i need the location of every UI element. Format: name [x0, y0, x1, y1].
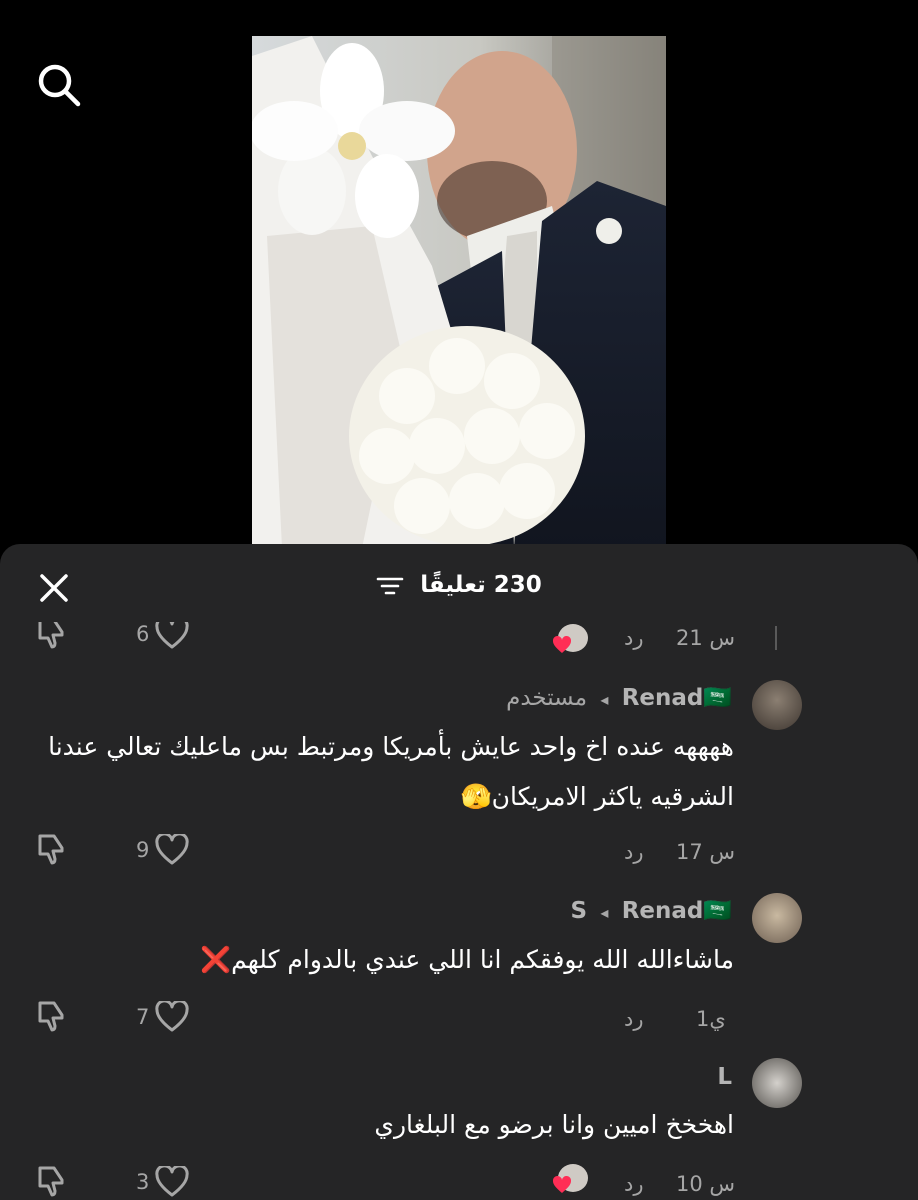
- thumbs-down-icon: [38, 834, 64, 865]
- thumbs-down-icon: [38, 1166, 64, 1197]
- heart-icon: [155, 1001, 189, 1032]
- comment-author-line[interactable]: L: [717, 1064, 732, 1090]
- reply-button[interactable]: رد: [624, 840, 644, 864]
- heart-icon: [155, 622, 189, 649]
- comments-header: 230 تعليقًا: [0, 544, 918, 630]
- like-count: 7: [136, 1005, 150, 1029]
- like-button[interactable]: 6: [136, 622, 189, 650]
- thread-line: [775, 626, 777, 650]
- comments-count-bar[interactable]: 230 تعليقًا: [0, 572, 918, 598]
- comment-text: ههههه عنده اخ واحد عايش بأمريكا ومرتبط ب…: [48, 732, 734, 811]
- dislike-button[interactable]: [34, 832, 68, 866]
- like-button[interactable]: 7: [136, 1001, 189, 1033]
- comment-author-line[interactable]: Renad🇸🇦 ◂ مستخدم: [506, 684, 732, 711]
- creator-liked-badge: [552, 1164, 590, 1194]
- comment-item: Renad🇸🇦 ◂ مستخدم ههههه عنده اخ واحد عايش…: [0, 680, 918, 880]
- reply-to-user: مستخدم: [506, 685, 588, 711]
- comment-time: 21 س: [676, 626, 736, 650]
- comment-time: 10 س: [676, 1172, 736, 1196]
- avatar[interactable]: [752, 893, 802, 943]
- heart-icon: [155, 834, 189, 865]
- like-button[interactable]: 9: [136, 834, 189, 866]
- dislike-button[interactable]: [34, 1164, 68, 1198]
- heart-icon: [552, 636, 572, 653]
- comment-author: S: [570, 898, 588, 924]
- heart-icon: [155, 1166, 189, 1197]
- dislike-button[interactable]: [34, 622, 68, 650]
- dislike-button[interactable]: [34, 999, 68, 1033]
- search-button[interactable]: [36, 62, 82, 108]
- heart-icon: [552, 1176, 572, 1193]
- comment-author: Renad🇸🇦: [621, 685, 732, 711]
- search-icon: [38, 64, 81, 107]
- thumbs-down-icon: [38, 1001, 64, 1032]
- avatar[interactable]: [752, 680, 802, 730]
- reply-button[interactable]: رد: [624, 626, 644, 650]
- reply-arrow-icon: ◂: [600, 690, 609, 709]
- filter-icon: [376, 577, 404, 594]
- comment-text: اهخخخ اميين وانا برضو مع البلغاري: [374, 1110, 734, 1139]
- comment-author-line[interactable]: S ◂ Renad🇸🇦: [570, 897, 732, 924]
- reply-button[interactable]: رد: [624, 1007, 644, 1031]
- creator-liked-badge: [552, 624, 590, 654]
- like-button[interactable]: 3: [136, 1166, 189, 1198]
- reply-to-user: Renad🇸🇦: [621, 898, 732, 924]
- video-preview[interactable]: [252, 36, 666, 548]
- reply-button[interactable]: رد: [624, 1172, 644, 1196]
- reply-arrow-icon: ◂: [600, 903, 609, 922]
- comment-item: L اهخخخ اميين وانا برضو مع البلغاري 3 رد…: [0, 1058, 918, 1200]
- comments-count: 230 تعليقًا: [420, 572, 542, 598]
- comment-item: S ◂ Renad🇸🇦 ماشاءالله الله يوفقكم انا ال…: [0, 893, 918, 1043]
- comment-time: 1ي: [696, 1007, 726, 1031]
- avatar[interactable]: [752, 1058, 802, 1108]
- comment-author: L: [717, 1064, 732, 1090]
- like-count: 9: [136, 838, 150, 862]
- comment-time: 17 س: [676, 840, 736, 864]
- like-count: 6: [136, 622, 150, 646]
- comment-text: ماشاءالله الله يوفقكم انا اللي عندي بالد…: [200, 945, 734, 974]
- video-preview-image: [252, 36, 666, 548]
- partial-comment-row: 6 رد 21 س: [0, 622, 918, 662]
- like-count: 3: [136, 1170, 150, 1194]
- thumbs-down-icon: [38, 622, 64, 649]
